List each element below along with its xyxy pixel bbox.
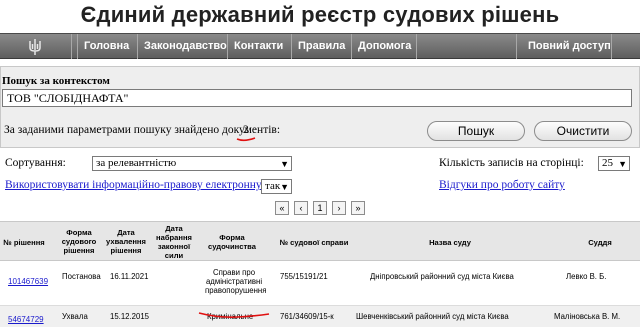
header-judge: Суддя xyxy=(588,238,612,247)
sort-select-value: за релевантністю xyxy=(96,157,177,169)
pager-first-button[interactable]: « xyxy=(275,201,289,215)
sort-label: Сортування: xyxy=(5,157,66,169)
header-adoption-date: Дата ухвалення рішення xyxy=(106,228,146,255)
sort-select[interactable]: за релевантністю ▼ xyxy=(92,156,292,171)
chevron-down-icon: ▼ xyxy=(280,182,289,192)
nav-item-home[interactable]: Головна xyxy=(77,34,129,59)
cell-adoption-date: 15.12.2015 xyxy=(110,312,150,321)
nav-item-rules[interactable]: Правила xyxy=(291,34,345,59)
chevron-down-icon: ▼ xyxy=(618,159,627,169)
cell-proceeding-form: Справи про адміністративні правопорушенн… xyxy=(205,268,267,295)
cell-case-number: 755/15191/21 xyxy=(280,272,328,281)
search-label: Пошук за контекстом xyxy=(2,75,110,87)
nav-item-help[interactable]: Допомога xyxy=(351,34,411,59)
nav-divider xyxy=(71,34,72,59)
cell-court: Дніпровський районний суд міста Києва xyxy=(370,272,514,281)
use-base-select[interactable]: так ▼ xyxy=(261,179,292,194)
cell-case-number: 761/34609/15-к xyxy=(280,312,334,321)
header-proceeding-form: Форма судочинства xyxy=(208,233,256,251)
found-documents-text: За заданими параметрами пошуку знайдено … xyxy=(4,124,281,136)
nav-item-full-access[interactable]: Повний доступ xyxy=(516,34,611,59)
annotation-underline xyxy=(198,312,270,318)
use-base-value: так xyxy=(265,180,281,192)
header-case-number: № судової справи xyxy=(279,238,349,247)
trident-icon[interactable] xyxy=(24,37,46,57)
use-base-link[interactable]: Використовувати інформаційно-правову еле… xyxy=(5,179,289,191)
decision-number-link[interactable]: 54674729 xyxy=(8,315,44,324)
cell-judge: Левко В. Б. xyxy=(566,272,607,281)
per-page-value: 25 xyxy=(602,157,613,169)
found-documents-count: 2 xyxy=(243,124,249,136)
pager-current-page[interactable]: 1 xyxy=(313,201,327,215)
decision-number-link[interactable]: 101467639 xyxy=(8,277,48,286)
table-row: 54674729 Ухвала 15.12.2015 Кримінальне 7… xyxy=(0,305,640,327)
chevron-down-icon: ▼ xyxy=(280,159,289,169)
nav-divider xyxy=(416,34,417,59)
cell-adoption-date: 16.11.2021 xyxy=(110,272,149,281)
per-page-label: Кількість записів на сторінці: xyxy=(439,157,584,169)
feedback-link[interactable]: Відгуки про роботу сайту xyxy=(439,179,565,191)
nav-item-contacts[interactable]: Контакти xyxy=(227,34,283,59)
clear-button[interactable]: Очистити xyxy=(534,121,632,141)
pager-prev-button[interactable]: ‹ xyxy=(294,201,308,215)
cell-form: Ухвала xyxy=(62,312,88,321)
annotation-underline xyxy=(236,137,256,142)
site-title: Єдиний державний реєстр судових рішень xyxy=(80,2,560,27)
nav-divider xyxy=(611,34,612,59)
table-header: № рішення Форма судового рішення Дата ух… xyxy=(0,221,640,261)
header-effective-date: Дата набрання законної сили xyxy=(156,224,192,260)
cell-judge: Маліновська В. М. xyxy=(554,312,621,321)
header-form: Форма судового рішення xyxy=(61,228,97,255)
header-court: Назва суду xyxy=(429,238,471,247)
cell-form: Постанова xyxy=(62,272,101,281)
cell-court: Шевченківський районний суд міста Києва xyxy=(356,312,509,321)
nav-item-legislation[interactable]: Законодавство xyxy=(137,34,227,59)
search-button[interactable]: Пошук xyxy=(427,121,525,141)
pager-last-button[interactable]: » xyxy=(351,201,365,215)
per-page-select[interactable]: 25 ▼ xyxy=(598,156,630,171)
pager-next-button[interactable]: › xyxy=(332,201,346,215)
header-number: № рішення xyxy=(3,238,45,247)
table-row: 101467639 Постанова 16.11.2021 Справи пр… xyxy=(0,262,640,305)
search-input[interactable] xyxy=(2,89,632,107)
main-navbar: Головна Законодавство Контакти Правила Д… xyxy=(0,33,640,59)
